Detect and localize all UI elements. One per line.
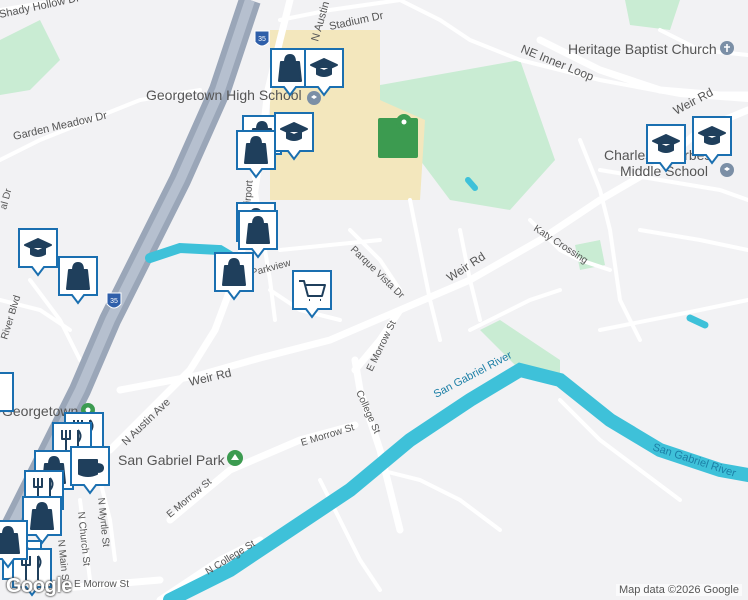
street-label-college-st: College St (353, 389, 382, 436)
map-canvas[interactable]: 35 35 Shady Hollow Dr N Austin Stadium D… (0, 0, 748, 600)
svg-text:35: 35 (110, 298, 118, 305)
place-label-high-school[interactable]: Georgetown High School (146, 87, 302, 103)
park-tree-icon[interactable] (227, 450, 243, 466)
street-label-n-church-st: N Church St (75, 511, 92, 567)
street-label-parkview: Parkview (250, 258, 293, 279)
street-label-e-morrow-bottom: E Morrow St (74, 579, 129, 590)
sports-icon[interactable] (396, 114, 412, 130)
middle-school-poi-icon[interactable] (720, 163, 734, 177)
school-poi-icon[interactable] (307, 91, 321, 105)
google-logo: Google (6, 575, 72, 597)
street-label-e-morrow-upper: E Morrow St (365, 319, 399, 373)
pond-small-2 (686, 314, 709, 329)
map-attribution: Map data ©2026 Google (615, 584, 742, 596)
street-label-garden-meadow: Garden Meadow Dr (12, 110, 109, 143)
park-area-top-left (0, 20, 60, 95)
street-label-e-morrow-lower: E Morrow St (165, 476, 214, 520)
street-label-n-austin-ave: N Austin Ave (120, 396, 173, 448)
shopping-bag-icon[interactable] (214, 252, 254, 301)
park-area-top-right (625, 0, 680, 30)
interstate-shield-top: 35 (254, 30, 270, 47)
church-icon[interactable] (720, 41, 734, 55)
shopping-bag-icon[interactable] (236, 130, 276, 179)
street-label-n-myrtle-st: N Myrtle St (95, 497, 111, 548)
street-label-parque-vista: Parque Vista Dr (348, 244, 407, 301)
street-label-stadium: Stadium Dr (328, 10, 385, 33)
street-label-shady-hollow: Shady Hollow Dr (0, 0, 81, 21)
street-label-left-edge: al Dr (0, 187, 15, 211)
interstate-shield-bottom: 35 (106, 292, 122, 309)
shopping-bag-icon[interactable] (58, 256, 98, 305)
street-label-e-morrow-mid: E Morrow St (300, 422, 356, 449)
river-label-2: San Gabriel River (651, 441, 738, 479)
shopping-bag-icon[interactable] (22, 496, 62, 545)
place-label-church[interactable]: Heritage Baptist Church (568, 41, 717, 57)
svg-text:35: 35 (258, 36, 266, 43)
place-label-park[interactable]: San Gabriel Park (118, 452, 226, 468)
school-cap-icon[interactable] (18, 228, 58, 277)
